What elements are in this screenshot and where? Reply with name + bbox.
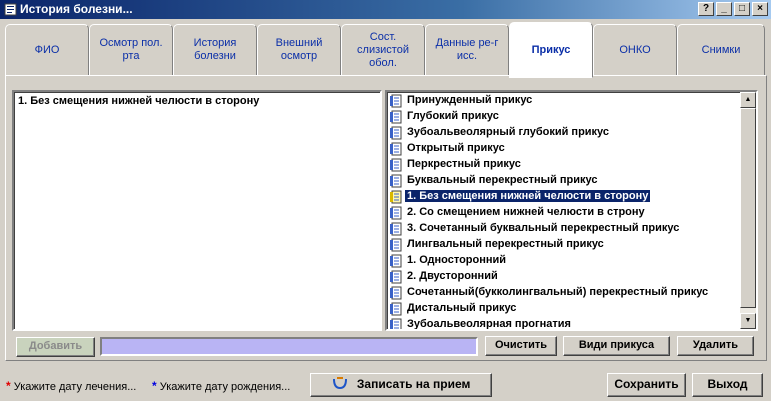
document-icon (390, 270, 402, 284)
list-item-text: Сочетанный(букколингвальный) перекрестны… (407, 286, 709, 298)
list-item[interactable]: Перкрестный прикус (387, 157, 727, 173)
list-item[interactable]: Сочетанный(букколингвальный) перекрестны… (387, 285, 727, 301)
vertical-scrollbar[interactable]: ▲ ▼ (740, 92, 756, 329)
app-icon (4, 3, 17, 16)
list-item-text: 1. Без смещения нижней челюсти в сторону (403, 189, 652, 203)
tab-mucosa[interactable]: Сост. слизистой обол. (341, 24, 425, 76)
tab-bite[interactable]: Прикус (509, 22, 593, 78)
document-yellow-icon (390, 190, 402, 204)
tab-fio[interactable]: ФИО (5, 24, 89, 76)
close-button[interactable]: × (752, 2, 768, 16)
window-title: История болезни... (20, 2, 133, 16)
list-item-text: Зубоальвеолярный глубокий прикус (407, 126, 610, 138)
treatment-date-note: * Укажите дату лечения... (6, 379, 136, 393)
add-button[interactable]: Добавить (16, 337, 95, 357)
document-icon (390, 206, 402, 220)
minimize-button[interactable]: _ (716, 2, 732, 16)
list-item-text: Перкрестный прикус (407, 158, 521, 170)
maximize-button[interactable]: □ (734, 2, 750, 16)
bite-types-button[interactable]: Види прикуса (563, 336, 670, 356)
scroll-down-button[interactable]: ▼ (740, 313, 756, 329)
required-star-icon: * (6, 379, 11, 393)
document-icon (390, 110, 402, 124)
list-item-text: 3. Сочетанный буквальный перекрестный пр… (407, 222, 680, 234)
list-item-text: Глубокий прикус (407, 110, 499, 122)
tab-oral-exam[interactable]: Осмотр пол. рта (89, 24, 173, 76)
document-icon (390, 286, 402, 300)
list-item-text: Открытый прикус (407, 142, 505, 154)
list-item-text: 1. Односторонний (407, 254, 507, 266)
scroll-thumb[interactable] (740, 108, 756, 308)
tab-xray-data[interactable]: Данные ре-г исс. (425, 24, 509, 76)
list-item[interactable]: Зубоальвеолярный глубокий прикус (387, 125, 727, 141)
list-item[interactable]: 3. Сочетанный буквальный перекрестный пр… (387, 221, 727, 237)
document-icon (390, 174, 402, 188)
birth-date-note: * Укажите дату рождения... (152, 379, 290, 393)
treatment-date-text: Укажите дату лечения... (13, 381, 137, 393)
document-icon (390, 222, 402, 236)
appointment-icon (332, 377, 347, 390)
list-item[interactable]: 1. Без смещения нижней челюсти в сторону (387, 189, 727, 205)
list-item[interactable]: Принужденный прикус (387, 93, 727, 109)
tab-external-exam[interactable]: Внешний осмотр (257, 24, 341, 76)
list-item[interactable]: Открытый прикус (387, 141, 727, 157)
list-item-text: Зубоальвеолярная прогнатия (407, 318, 571, 330)
scroll-up-button[interactable]: ▲ (740, 92, 756, 108)
appointment-button[interactable]: Записать на прием (310, 373, 492, 397)
list-item[interactable]: Глубокий прикус (387, 109, 727, 125)
list-item-text: Лингвальный перекрестный прикус (407, 238, 604, 250)
list-item[interactable]: 2. Двусторонний (387, 269, 727, 285)
tab-onco[interactable]: ОНКО (593, 24, 677, 76)
tab-images[interactable]: Снимки (677, 24, 765, 76)
info-star-icon: * (152, 379, 157, 393)
exit-button[interactable]: Выход (692, 373, 763, 397)
list-item-text: Буквальный перекрестный прикус (407, 174, 598, 186)
appointment-label: Записать на прием (356, 377, 471, 391)
help-button[interactable]: ? (698, 2, 714, 16)
list-item[interactable]: Зубоальвеолярная прогнатия (387, 317, 727, 330)
entry-field[interactable] (100, 337, 478, 356)
list-item-text: Принужденный прикус (407, 94, 533, 106)
list-item[interactable]: 2. Со смещением нижней челюсти в строну (387, 205, 727, 221)
document-icon (390, 318, 402, 329)
bite-types-list[interactable]: Принужденный прикус Глубокий прикус Зубоал… (385, 90, 758, 331)
list-item-text: Дистальный прикус (407, 302, 517, 314)
list-item-text: 2. Двусторонний (407, 270, 498, 282)
save-button[interactable]: Сохранить (607, 373, 686, 397)
document-icon (390, 126, 402, 140)
delete-button[interactable]: Удалить (677, 336, 754, 356)
title-bar: История болезни... ? _ □ × (0, 0, 771, 19)
document-icon (390, 142, 402, 156)
document-icon (390, 254, 402, 268)
list-item[interactable]: 1. Односторонний (387, 253, 727, 269)
selected-items-list[interactable]: 1. Без смещения нижней челюсти в сторону (12, 90, 382, 331)
list-item[interactable]: Лингвальный перекрестный прикус (387, 237, 727, 253)
birth-date-text: Укажите дату рождения... (159, 381, 291, 393)
document-icon (390, 94, 402, 108)
tab-history[interactable]: История болезни (173, 24, 257, 76)
list-item[interactable]: 1. Без смещения нижней челюсти в сторону (18, 95, 259, 107)
document-icon (390, 158, 402, 172)
list-item[interactable]: Буквальный перекрестный прикус (387, 173, 727, 189)
document-icon (390, 238, 402, 252)
list-item[interactable]: Дистальный прикус (387, 301, 727, 317)
clear-button[interactable]: Очистить (485, 336, 557, 356)
list-item-text: 2. Со смещением нижней челюсти в строну (407, 206, 645, 218)
document-icon (390, 302, 402, 316)
tab-strip: ФИО Осмотр пол. рта История болезни Внеш… (5, 22, 767, 78)
